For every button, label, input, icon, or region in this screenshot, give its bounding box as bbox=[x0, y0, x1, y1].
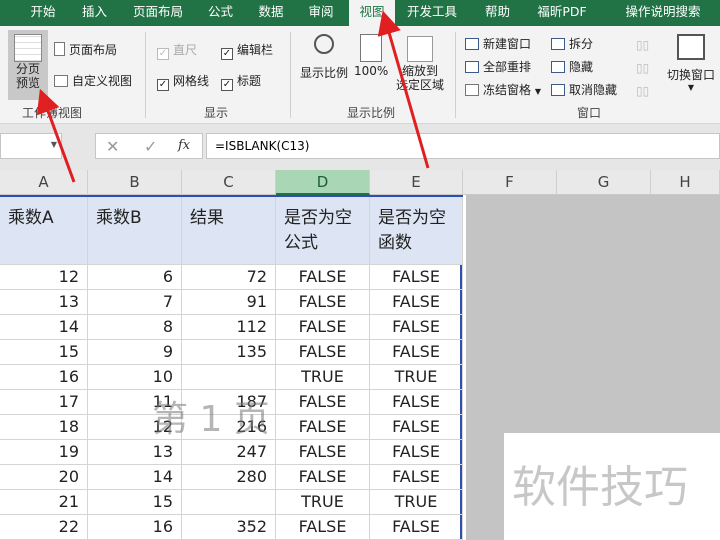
arrow-to-view-tab bbox=[377, 10, 430, 169]
arrow-to-page-break-preview bbox=[36, 88, 76, 183]
annotation-arrows bbox=[36, 10, 430, 183]
